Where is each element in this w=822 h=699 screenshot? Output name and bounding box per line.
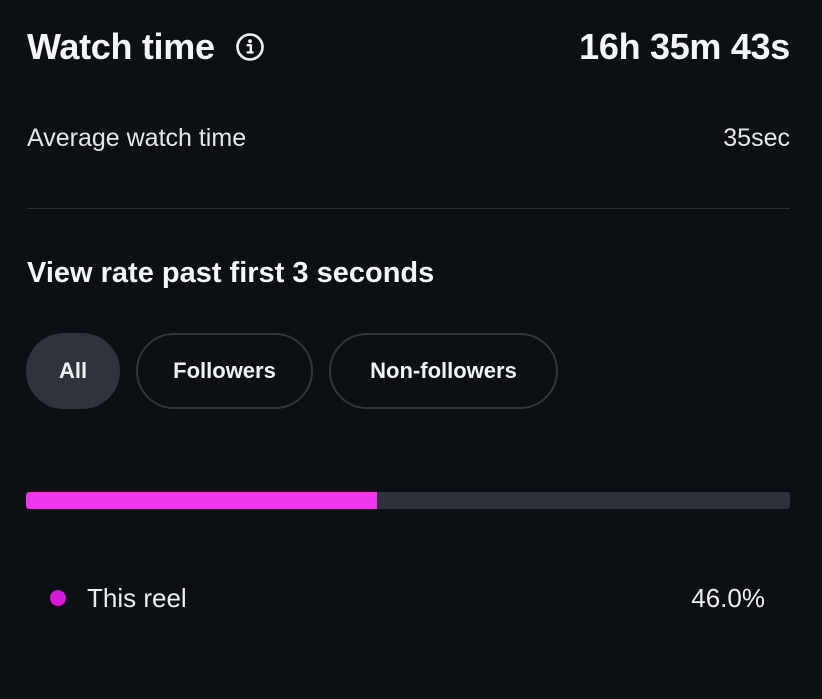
page-title: Watch time (27, 26, 215, 67)
audience-filter-group: All Followers Non-followers (26, 333, 558, 409)
filter-all-button[interactable]: All (26, 333, 120, 409)
average-watch-time-value: 35sec (723, 123, 790, 152)
average-watch-time-row: Average watch time 35sec (27, 121, 790, 155)
legend-dot-icon (50, 590, 66, 606)
view-rate-title: View rate past first 3 seconds (27, 257, 435, 289)
legend-row: This reel 46.0% (50, 580, 765, 616)
legend-label-group: This reel (50, 583, 187, 614)
section-divider (27, 208, 790, 209)
legend-label: This reel (87, 582, 187, 613)
title-group: Watch time (27, 26, 265, 68)
view-rate-progress-bar (26, 492, 790, 509)
legend-value: 46.0% (691, 582, 765, 613)
info-icon[interactable] (235, 32, 265, 62)
average-watch-time-label: Average watch time (27, 123, 247, 152)
filter-followers-button[interactable]: Followers (136, 333, 313, 409)
view-rate-progress-fill (26, 492, 378, 509)
filter-non-followers-button[interactable]: Non-followers (329, 333, 558, 409)
total-watch-time: 16h 35m 43s (579, 26, 790, 67)
watch-time-header: Watch time 16h 35m 43s (27, 24, 790, 70)
info-icon-glyph (235, 33, 264, 61)
